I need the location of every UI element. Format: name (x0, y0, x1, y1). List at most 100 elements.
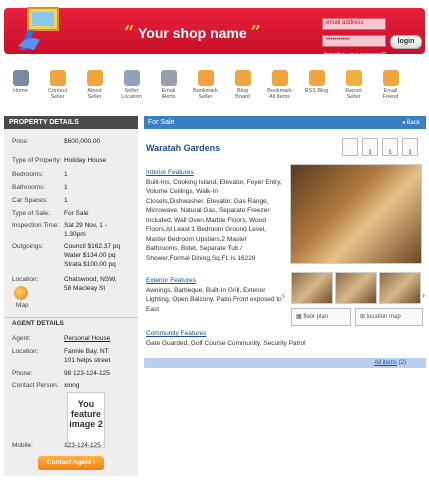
location-1: Chatswood, NSW, (64, 276, 117, 283)
location-map-button[interactable]: ⊞ location map (355, 308, 423, 326)
car-icon: 1 (402, 138, 418, 156)
bathrooms-value: 1 (64, 184, 68, 191)
thumbnail-1[interactable] (291, 272, 333, 304)
exterior-text: Awnings, Barbeque, Built-In Grill, Exter… (146, 286, 282, 315)
nav-icon-8 (308, 70, 325, 86)
text-line: Shower,Formal Dining,Sq.Ft. is 16228 (146, 254, 256, 262)
back-link[interactable]: ◂ Back (402, 119, 420, 126)
text-line: Floors,At Least 1 Bedroom Ground Level, (146, 226, 266, 233)
text-line: Volume Ceilings, Walk-In (146, 188, 219, 195)
location-2: 58 Macleay St (64, 285, 106, 292)
text-line: Awnings, Barbeque, Built-In Grill, Exter… (146, 286, 266, 294)
nav-item-10[interactable]: Email Friend (372, 70, 409, 110)
nav-item-6[interactable]: Blog Board (224, 70, 261, 110)
close-quote: ” (250, 22, 261, 43)
nav-item-1[interactable]: Contact Seller (39, 70, 76, 110)
agent-location-2: 101 helps street (64, 357, 111, 364)
open-quote: “ (124, 22, 135, 43)
nav-icon-1 (49, 70, 66, 86)
logo-easel-icon (18, 7, 59, 50)
thumbnail-2[interactable] (335, 272, 377, 304)
nav-icon-7 (271, 70, 288, 86)
nav-item-3[interactable]: Seller Location (113, 70, 150, 110)
for-sale-label: For Sale (148, 119, 175, 126)
bath-icon: 1 (382, 138, 398, 156)
community-title: Community Features (146, 330, 207, 337)
location-map-label: location map (366, 314, 401, 320)
sidebar: PROPERTY DETAILS Price: $600,000.00 Type… (4, 116, 138, 476)
community-text: Gate Guarded, Golf Course Community, Sec… (146, 339, 306, 349)
nav-item-0[interactable]: Home (2, 70, 39, 110)
agent-label: Agent: (12, 335, 31, 342)
bedrooms-value: 1 (64, 171, 68, 178)
nav-item-2[interactable]: About Seller (76, 70, 113, 110)
outgoings-2: Water $134.00 pq (64, 252, 116, 259)
inspection-label: Inspection Time: (12, 222, 60, 229)
type-label: Type of Property: (12, 157, 62, 164)
nav-icon-0 (12, 70, 29, 86)
car-value: 1 (64, 197, 68, 204)
nav-label: Contact Seller (48, 88, 67, 100)
agent-location-label: Location: (12, 348, 39, 355)
nav-icon-10 (382, 70, 399, 86)
outgoings-3: Strata $100.00 pq (64, 261, 116, 268)
login-button[interactable]: login (390, 35, 422, 49)
price-value: $600,000.00 (64, 138, 101, 145)
next-arrow-icon[interactable]: › (422, 290, 425, 300)
nav-label: Blog Board (235, 88, 250, 100)
all-items-bar[interactable]: All items (2) (144, 358, 426, 368)
contact-person-label: Contact Person: (12, 382, 59, 389)
text-line: Master Bedroom Upstairs,2 Master (146, 235, 247, 243)
community-section: Community Features Gate Guarded, Golf Co… (146, 329, 306, 348)
nav-icon-3 (123, 70, 140, 86)
nav-label: Report Seller (345, 88, 362, 100)
nav-item-7[interactable]: Bookmark All Items (261, 70, 298, 110)
site-header: “ Your shop name ” email address •••••••… (4, 7, 425, 58)
thumbnail-3[interactable] (379, 272, 421, 304)
location-map-icon: ⊞ (360, 314, 367, 320)
password-input[interactable]: ••••••••••• (322, 35, 386, 47)
sale-label: Type of Sale: (12, 210, 50, 217)
inspection-value-1: Sat 29 Nov, 1 - (64, 222, 107, 229)
main-content: For Sale ◂ Back Waratah Gardens 1 1 1 In… (144, 116, 426, 368)
map-link[interactable]: Map (16, 302, 29, 309)
nav-icon-6 (234, 70, 251, 86)
inspection-value-2: 1.30pm (64, 231, 86, 238)
text-line: East (146, 305, 160, 313)
nav-item-8[interactable]: RSS Blog (298, 70, 335, 110)
mobile-value: 123-124-125 (64, 442, 101, 449)
map-icon[interactable] (14, 286, 28, 300)
bedrooms-label: Bedrooms: (12, 171, 44, 178)
email-input[interactable]: email address (322, 18, 386, 30)
floor-plan-label: floor plan (303, 314, 329, 320)
text-line: Built-Ins, Cooking Island, Elevator, Foy… (146, 178, 282, 186)
agent-link[interactable]: Personal House (64, 335, 110, 342)
contact-agent-button[interactable]: Contact Agent › (38, 456, 104, 470)
shop-name: “ Your shop name ” (124, 22, 261, 43)
nav-label: RSS Blog (304, 88, 329, 94)
nav-item-9[interactable]: Report Seller (335, 70, 372, 110)
shop-name-text: Your shop name (138, 25, 247, 41)
nav-label: Email Friend (382, 88, 399, 100)
location-label: Location: (12, 276, 39, 283)
interior-section: Interior Features Built-Ins, Cooking Isl… (146, 168, 282, 263)
all-items-link[interactable]: All items (374, 360, 397, 366)
nav-item-5[interactable]: Bookmark Seller (187, 70, 224, 110)
text-line: Bathrooms, Bidet, Separate Tub / (146, 245, 243, 252)
floor-plan-button[interactable]: ▦ floor plan (291, 308, 351, 326)
all-items-count: (2) (398, 360, 406, 366)
phone-label: Phone: (12, 370, 33, 377)
forgot-password-link[interactable]: forgotten your password? (324, 52, 386, 58)
feature-image-placeholder: You feature image 2 (67, 392, 105, 448)
type-value: Holiday House (64, 157, 107, 164)
sale-value: For Sale (64, 210, 89, 217)
nav-item-4[interactable]: Email Alerts (150, 70, 187, 110)
outgoings-1: Council $162.37 pq (64, 243, 121, 250)
nav-icon-5 (197, 70, 214, 86)
main-property-photo[interactable] (290, 164, 422, 264)
outgoings-label: Outgoings: (12, 243, 44, 250)
contact-person-value: xiong (64, 382, 80, 389)
text-line: Included, Wall Oven,Marble Floors, Wood (146, 216, 266, 224)
nav-icon-2 (86, 70, 103, 86)
prev-arrow-icon[interactable]: ‹ (282, 290, 285, 300)
